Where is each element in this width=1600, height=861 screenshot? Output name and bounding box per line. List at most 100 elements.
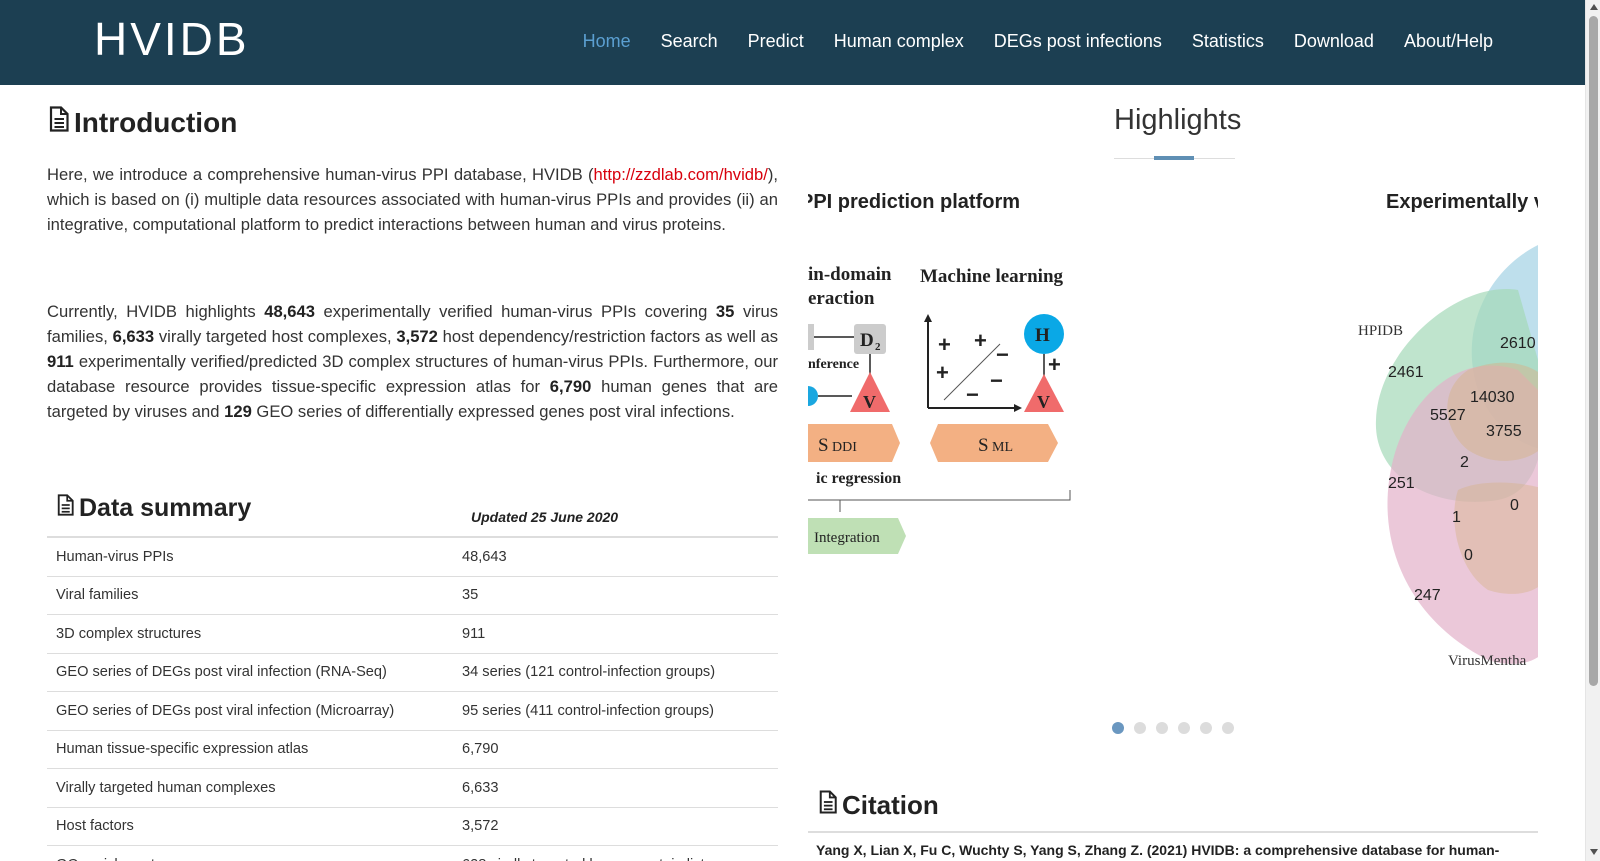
intro-text-segment: GEO series of differentially expressed g… xyxy=(251,402,735,421)
intro-text-segment: host dependency/restriction factors as w… xyxy=(437,327,779,346)
table-cell-value: 628 virally targeted human protein lists xyxy=(462,857,778,861)
hvidb-url-link[interactable]: http://zzdlab.com/hvidb/ xyxy=(594,165,768,184)
svg-text:+: + xyxy=(974,328,987,353)
carousel-dot[interactable] xyxy=(1134,722,1146,734)
intro-text-segment: virally targeted host complexes, xyxy=(154,327,397,346)
citation-title: Citation xyxy=(842,790,939,820)
table-cell-value: 48,643 xyxy=(462,548,507,565)
table-cell-value: 911 xyxy=(462,625,486,642)
ml-title-text: Machine learning xyxy=(920,266,1064,287)
table-row: GEO series of DEGs post viral infection … xyxy=(47,692,778,731)
scroll-down-arrow-icon[interactable] xyxy=(1590,849,1598,855)
s-ml-subscript: ML xyxy=(992,440,1013,455)
svg-text:−: − xyxy=(996,342,1009,367)
table-row: Human-virus PPIs 48,643 xyxy=(47,538,778,577)
nav-link-statistics[interactable]: Statistics xyxy=(1192,31,1264,52)
slide-title-prediction: PPI prediction platform xyxy=(808,191,1020,214)
nav-link-degs-post-infections[interactable]: DEGs post infections xyxy=(994,31,1162,52)
table-cell-label: GEO series of DEGs post viral infection … xyxy=(56,664,387,681)
table-cell-label: Viral families xyxy=(56,587,139,604)
svg-text:+: + xyxy=(938,332,951,357)
table-row: Viral families 35 xyxy=(47,577,778,615)
data-summary-heading: Data summary xyxy=(56,494,251,523)
scroll-up-arrow-icon[interactable] xyxy=(1590,4,1598,10)
page-scrollbar[interactable] xyxy=(1585,0,1600,861)
ddi-header2-text: eraction xyxy=(808,288,875,309)
venn-count: 14030 xyxy=(1470,389,1515,406)
slide-title-experimental: Experimentally v xyxy=(1386,191,1538,213)
data-summary-title: Data summary xyxy=(79,494,252,522)
site-logo[interactable]: HVIDB xyxy=(94,12,250,66)
nav-link-predict[interactable]: Predict xyxy=(748,31,804,52)
table-row: GO enrichment628 virally targeted human … xyxy=(47,846,778,861)
intro-paragraph-1: Here, we introduce a comprehensive human… xyxy=(47,162,778,237)
venn-count: 2461 xyxy=(1388,364,1424,381)
nav-link-about-help[interactable]: About/Help xyxy=(1404,31,1493,52)
svg-text:+: + xyxy=(1048,352,1061,377)
nav-link-home[interactable]: Home xyxy=(583,31,631,52)
data-summary-table: Human-virus PPIs 48,643 Viral families 35 3D… xyxy=(47,536,778,861)
table-row: Human tissue-specific expression atlas 6,… xyxy=(47,731,778,769)
h-label: H xyxy=(1035,325,1050,346)
table-cell-value: 3,572 xyxy=(462,818,499,835)
table-cell-value: 95 series (411 control-infection groups) xyxy=(462,702,715,719)
svg-text:+: + xyxy=(936,360,949,385)
main-nav: Home Search Predict Human complex DEGs post … xyxy=(553,31,1493,52)
intro-text-before-link: Here, we introduce a comprehensive human… xyxy=(47,165,594,184)
carousel-dot[interactable] xyxy=(1112,722,1124,734)
host-circle-partial xyxy=(808,386,818,406)
intro-paragraph-2: Currently, HVIDB highlights 48,643 exper… xyxy=(47,299,778,424)
introduction-title: Introduction xyxy=(74,106,238,138)
highlights-accent-bar xyxy=(1154,156,1194,160)
nav-link-search[interactable]: Search xyxy=(661,31,718,52)
document-icon xyxy=(818,790,838,821)
svg-text:−: − xyxy=(990,368,1003,393)
table-row: 3D complex structures 911 xyxy=(47,615,778,654)
document-icon xyxy=(56,494,75,523)
highlights-title: Highlights xyxy=(1114,104,1242,136)
carousel-dot[interactable] xyxy=(1178,722,1190,734)
table-row: Host factors 3,572 xyxy=(47,808,778,846)
table-cell-label: Human-virus PPIs xyxy=(56,548,174,565)
venn-count: 0 xyxy=(1510,497,1519,514)
domain-box-left xyxy=(808,324,814,350)
data-summary-updated: Updated 25 June 2020 xyxy=(471,509,619,525)
nav-link-download[interactable]: Download xyxy=(1294,31,1374,52)
venn-diagram: HPIDB VirusMentha 2610 2461 140305527 3755 2… xyxy=(1358,245,1538,669)
table-cell-value: 6,633 xyxy=(462,779,499,796)
venn-count: 3755 xyxy=(1486,423,1522,440)
highlights-carousel[interactable]: PPI prediction platform in-domain eracti… xyxy=(808,180,1538,700)
slide1-title-text: PPI prediction platform xyxy=(808,191,1021,213)
intro-stat-number: 129 xyxy=(224,402,252,421)
table-row: GEO series of DEGs post viral infection … xyxy=(47,654,778,692)
carousel-indicators xyxy=(1112,722,1234,734)
intro-stat-number: 35 xyxy=(715,302,735,321)
carousel-dot[interactable] xyxy=(1222,722,1234,734)
venn-count: 247 xyxy=(1414,587,1441,604)
d2-text: D xyxy=(860,330,874,351)
scroll-thumb[interactable] xyxy=(1589,16,1598,686)
intro-stat-number: 6,633 xyxy=(112,327,155,346)
intro-stat-number: 48,643 xyxy=(264,302,315,321)
document-icon xyxy=(48,106,70,139)
venn-label-hpidb: HPIDB xyxy=(1358,323,1403,339)
table-row: Virally targeted human complexes 6,633 xyxy=(47,769,778,808)
carousel-dot[interactable] xyxy=(1200,722,1212,734)
venn-count: 5527 xyxy=(1430,407,1466,424)
nav-link-human-complex[interactable]: Human complex xyxy=(834,31,964,52)
venn-count: 2 xyxy=(1460,454,1469,471)
intro-stat-number: 6,790 xyxy=(549,377,592,396)
table-cell-value: 6,790 xyxy=(462,741,499,758)
table-cell-label: 3D complex structures xyxy=(56,625,202,642)
intro-text-segment: Currently, HVIDB highlights xyxy=(47,302,265,321)
s-ddi-label: S xyxy=(818,435,829,456)
table-cell-label: Human tissue-specific expression atlas xyxy=(56,741,309,758)
intro-text-segment: experimentally verified human-virus PPIs… xyxy=(314,302,716,321)
intro-stat-number: 911 xyxy=(47,352,74,371)
venn-count: 2610 xyxy=(1500,335,1536,352)
carousel-dot[interactable] xyxy=(1156,722,1168,734)
table-cell-label: Virally targeted human complexes xyxy=(56,779,276,796)
v-label-2: V xyxy=(1037,392,1050,412)
integration-label: Integration xyxy=(814,530,880,546)
table-cell-label: Host factors xyxy=(56,818,134,835)
